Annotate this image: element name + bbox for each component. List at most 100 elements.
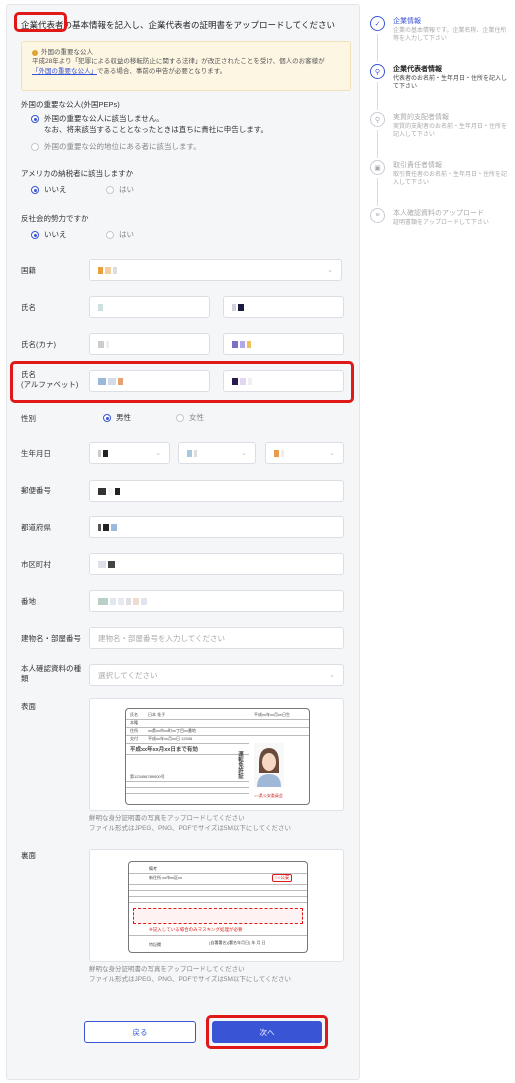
last-name-input[interactable] (89, 296, 210, 318)
name-kana-label: 氏名(カナ) (21, 340, 56, 349)
birth-day-select[interactable]: ⌄ (265, 442, 344, 464)
card-back-remarks: 備考 (149, 866, 157, 871)
id-type-select[interactable]: 選択してください ⌄ (89, 664, 344, 686)
card-honseki: 本籍 (130, 720, 138, 725)
birth-month-select[interactable]: ⌄ (178, 442, 256, 464)
radio-unselected[interactable] (106, 231, 114, 239)
step-desc: 証明書類をアップロードして下さい (393, 220, 489, 226)
step-title: 企業情報 (393, 18, 421, 25)
portrait-image (254, 743, 284, 787)
us-tax-no[interactable]: いいえ (31, 185, 67, 196)
form-panel: 企業代表者の基本情報を記入し、企業代表者の証明書をアップロードしてください 外国… (6, 4, 360, 1080)
notice-line1: 平成28年より「犯罪による収益の移転防止に関する法律」が改正されたことを受け、個… (32, 58, 325, 66)
license-back-sample: 備考 新住所 xx市xx区xx ○○公安 ※記入している場合のみマスキング処理が… (128, 861, 308, 953)
step-title: 本人確認資料のアップロード (393, 210, 484, 217)
card-back-donor: 特記欄 (149, 942, 161, 947)
chevron-down-icon: ⌄ (329, 672, 335, 679)
city-input[interactable] (89, 553, 344, 575)
card-back-mask-zone (133, 908, 303, 924)
radio-selected[interactable] (103, 414, 111, 422)
step-title: 企業代表者情報 (393, 66, 442, 73)
peps-option-applicable[interactable]: 外国の重要な公的地位にある者に該当します。 (31, 142, 201, 153)
card-back-sign: (自署署名)(署名年月日) 年 月 日 (209, 940, 266, 945)
front-upload-area[interactable]: 氏名 日本 花子 平成xx年xx月xx日生 本籍 住所 xx県xx市xx町xx丁… (89, 698, 344, 811)
card-back-new-address: 新住所 xx市xx区xx (149, 875, 183, 880)
gender-male[interactable]: 男性 (103, 413, 131, 424)
postal-input[interactable] (89, 480, 344, 502)
gender-label: 性別 (21, 414, 36, 423)
first-name-kana-input[interactable] (223, 333, 344, 355)
name-label: 氏名 (21, 303, 36, 312)
back-upload-area[interactable]: 備考 新住所 xx市xx区xx ○○公安 ※記入している場合のみマスキング処理が… (89, 849, 344, 962)
building-label: 建物名・部屋番号 (21, 634, 81, 643)
card-name-label: 氏名 (130, 712, 138, 717)
first-name-input[interactable] (223, 296, 344, 318)
gender-male-label: 男性 (116, 413, 131, 422)
radio-selected[interactable] (31, 231, 39, 239)
birthdate-label: 生年月日 (21, 449, 51, 458)
prefecture-input[interactable] (89, 516, 344, 538)
step-desc: 代表者のお名前・生年月日・住所を記入して下さい (393, 76, 508, 91)
radio-unselected[interactable] (176, 414, 184, 422)
peps-link[interactable]: 「外国の重要な公人」 (32, 68, 97, 75)
back-button[interactable]: 戻る (84, 1021, 196, 1043)
us-tax-label: アメリカの納税者に該当しますか (21, 169, 134, 178)
front-hint-1: 鮮明な身分証明書の写真をアップロードしてください (89, 815, 245, 822)
radio-selected[interactable] (31, 115, 39, 123)
step-company-info: ✓ 企業情報 企業の基本情報です。企業名称、企業住所等を入力して下さい (370, 16, 510, 56)
peps-option-none-sub: なお、将来該当することとなったときは直ちに貴社に申告します。 (44, 124, 269, 134)
peps-option-none-label: 外国の重要な公人に該当しません。 (44, 114, 164, 123)
nationality-label: 国籍 (21, 266, 36, 275)
radio-unselected[interactable] (31, 143, 39, 151)
step-title: 実質的支配者情報 (393, 114, 449, 121)
notice-title: 外国の重要な公人 (41, 49, 93, 56)
peps-notice: 外国の重要な公人 平成28年より「犯罪による収益の移転防止に関する法律」が改正さ… (21, 41, 351, 91)
card-issued: 平成xx年xx月xx日 12345 (148, 736, 193, 741)
peps-option-none[interactable]: 外国の重要な公人に該当しません。 なお、将来該当することとなったときは直ちに貴社に… (31, 114, 268, 135)
us-tax-yes[interactable]: はい (106, 185, 134, 196)
person-icon: ⚲ (370, 64, 385, 79)
back-hint-1: 鮮明な身分証明書の写真をアップロードしてください (89, 966, 245, 973)
front-label: 表面 (21, 702, 36, 711)
antisocial-label: 反社会的勢力ですか (21, 214, 89, 223)
card-koufu: 交付 (130, 736, 138, 741)
radio-unselected[interactable] (106, 186, 114, 194)
card-name: 日本 花子 (148, 712, 166, 717)
building-input[interactable]: 建物名・部屋番号を入力してください (89, 627, 344, 649)
card-pref: ○○県公安委員会 (254, 793, 283, 798)
step-title: 取引責任者情報 (393, 162, 442, 169)
postal-label: 郵便番号 (21, 486, 51, 495)
antisocial-no[interactable]: いいえ (31, 230, 67, 241)
peps-label: 外国の重要な公人(外国PEPs) (21, 100, 120, 109)
license-front-sample: 氏名 日本 花子 平成xx年xx月xx日生 本籍 住所 xx県xx市xx町xx丁… (125, 708, 310, 805)
gender-female[interactable]: 女性 (176, 413, 204, 424)
birth-year-select[interactable]: ⌄ (89, 442, 170, 464)
front-upload-hint: 鮮明な身分証明書の写真をアップロードしてください ファイル形式はJPEG、PNG… (89, 814, 291, 834)
radio-selected[interactable] (31, 186, 39, 194)
card-back-stamp: ○○公安 (272, 874, 293, 882)
id-type-label: 本人確認資料の種 類 (21, 664, 81, 684)
chevron-down-icon: ⌄ (155, 450, 161, 457)
step-representative-info: ⚲ 企業代表者情報 代表者のお名前・生年月日・住所を記入して下さい (370, 64, 510, 104)
address-label: 番地 (21, 597, 36, 606)
back-label: 裏面 (21, 851, 36, 860)
chevron-down-icon: ⌄ (241, 450, 247, 457)
card-jusho: 住所 (130, 728, 138, 733)
last-name-kana-input[interactable] (89, 333, 210, 355)
address-input[interactable] (89, 590, 344, 612)
chevron-down-icon: ⌄ (329, 450, 335, 457)
gender-female-label: 女性 (189, 413, 204, 422)
info-icon (32, 49, 38, 56)
nationality-select[interactable]: ⌄ (89, 259, 342, 281)
document-icon: ≡ (370, 208, 385, 223)
check-icon: ✓ (370, 16, 385, 31)
antisocial-yes-label: はい (119, 230, 134, 239)
card-number: 第123456789000号 (130, 774, 165, 779)
highlight-box-next (206, 1015, 328, 1049)
antisocial-yes[interactable]: はい (106, 230, 134, 241)
card-side-label: 運転免許証 (237, 751, 243, 779)
card-valid: 平成xx年xx月xx日まで有効 (130, 747, 198, 753)
step-desc: 企業の基本情報です。企業名称、企業住所等を入力して下さい (393, 28, 507, 43)
step-document-upload: ≡ 本人確認資料のアップロード 証明書類をアップロードして下さい (370, 208, 510, 248)
intro-text: 企業代表者の基本情報を記入し、企業代表者の証明書をアップロードしてください (21, 19, 335, 31)
